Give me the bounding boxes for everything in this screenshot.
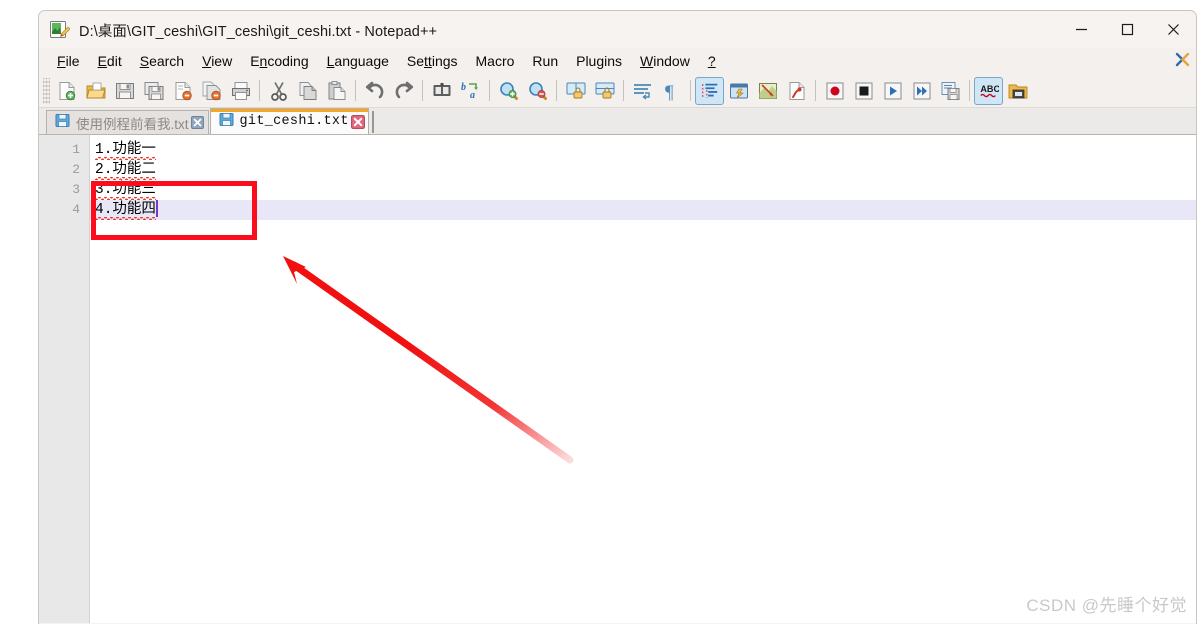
line-number: 4 bbox=[72, 202, 80, 217]
toolbar-separator bbox=[556, 80, 557, 101]
print-icon[interactable] bbox=[226, 77, 255, 105]
svg-text:b: b bbox=[461, 82, 466, 93]
tab-git-ceshi[interactable]: git_ceshi.txt bbox=[209, 108, 369, 134]
menu-item-file[interactable]: File bbox=[48, 51, 89, 71]
tab-close-icon[interactable] bbox=[350, 114, 365, 129]
tab-label: git_ceshi.txt bbox=[239, 114, 349, 129]
notepadpp-window: D:\桌面\GIT_ceshi\GIT_ceshi\git_ceshi.txt … bbox=[38, 10, 1197, 624]
saved-file-icon bbox=[55, 113, 70, 133]
close-icon[interactable] bbox=[1150, 11, 1196, 48]
menu-item-language[interactable]: Language bbox=[318, 51, 398, 71]
tab-bar: 使用例程前看我.txt git_ceshi.txt bbox=[39, 108, 1196, 135]
code-line-current[interactable]: 4.功能四 bbox=[90, 199, 1196, 220]
sync-vertical-scroll-icon[interactable] bbox=[561, 77, 590, 105]
maximize-icon[interactable] bbox=[1104, 11, 1150, 48]
code-line[interactable]: 3.功能三 bbox=[90, 180, 1196, 200]
menu-item-edit[interactable]: Edit bbox=[89, 51, 131, 71]
paste-icon[interactable] bbox=[322, 77, 351, 105]
toolbar-separator bbox=[489, 80, 490, 101]
show-document-map-icon[interactable] bbox=[753, 77, 782, 105]
svg-text:ABC: ABC bbox=[980, 83, 999, 93]
toolbar-separator bbox=[355, 80, 356, 101]
tab-caret bbox=[371, 111, 374, 133]
menu-item-settings[interactable]: Settings bbox=[398, 51, 467, 71]
save-icon[interactable] bbox=[110, 77, 139, 105]
toolbar-grip[interactable] bbox=[43, 77, 50, 104]
folder-as-workspace-icon[interactable] bbox=[1003, 77, 1032, 105]
menu-item-macro[interactable]: Macro bbox=[467, 51, 524, 71]
spell-check-icon[interactable]: ABC bbox=[974, 76, 1003, 105]
function-list-icon[interactable] bbox=[782, 77, 811, 105]
code-line[interactable]: 1.功能一 bbox=[90, 140, 1196, 160]
line-number: 1 bbox=[72, 142, 80, 157]
indent-guide-icon[interactable] bbox=[695, 76, 724, 105]
run-macro-multiple-icon[interactable] bbox=[907, 77, 936, 105]
svg-text:a: a bbox=[470, 90, 475, 101]
menu-bar: File Edit Search View Encoding Language … bbox=[39, 48, 1196, 74]
menu-item-search[interactable]: Search bbox=[131, 51, 193, 71]
code-line-text: 3.功能三 bbox=[95, 182, 156, 200]
toolbar-separator bbox=[815, 80, 816, 101]
tab-shiyongliching[interactable]: 使用例程前看我.txt bbox=[46, 110, 209, 134]
replace-icon[interactable]: b a bbox=[456, 77, 485, 105]
line-number: 3 bbox=[72, 182, 80, 197]
close-all-files-icon[interactable] bbox=[197, 77, 226, 105]
menu-item-help[interactable]: ? bbox=[699, 51, 725, 71]
tab-close-icon[interactable] bbox=[191, 116, 205, 130]
toolbar: b a ¶ ABC bbox=[39, 74, 1196, 108]
menu-item-window[interactable]: Window bbox=[631, 51, 699, 71]
tab-label: 使用例程前看我.txt bbox=[76, 116, 189, 132]
toolbar-separator bbox=[259, 80, 260, 101]
play-macro-icon[interactable] bbox=[878, 77, 907, 105]
text-caret bbox=[155, 199, 158, 217]
show-all-characters-icon[interactable]: ¶ bbox=[657, 77, 686, 105]
save-all-icon[interactable] bbox=[139, 77, 168, 105]
window-controls bbox=[1058, 11, 1196, 48]
code-content[interactable]: 1.功能一 2.功能二 3.功能三 4.功能四 bbox=[90, 135, 1196, 623]
open-file-icon[interactable] bbox=[81, 77, 110, 105]
code-line-text: 1.功能一 bbox=[95, 142, 156, 160]
title-bar: D:\桌面\GIT_ceshi\GIT_ceshi\git_ceshi.txt … bbox=[39, 11, 1196, 48]
copy-icon[interactable] bbox=[293, 77, 322, 105]
screenshot-root: D:\桌面\GIT_ceshi\GIT_ceshi\git_ceshi.txt … bbox=[0, 0, 1197, 624]
code-line-text: 2.功能二 bbox=[95, 162, 156, 180]
line-number: 2 bbox=[72, 162, 80, 177]
find-icon[interactable] bbox=[427, 77, 456, 105]
offscreen-top-sliver bbox=[0, 0, 1197, 10]
menu-item-plugins[interactable]: Plugins bbox=[567, 51, 631, 71]
window-title: D:\桌面\GIT_ceshi\GIT_ceshi\git_ceshi.txt … bbox=[79, 24, 438, 40]
zoom-out-icon[interactable] bbox=[523, 77, 552, 105]
start-record-macro-icon[interactable] bbox=[820, 77, 849, 105]
menu-item-run[interactable]: Run bbox=[523, 51, 567, 71]
toolbar-separator bbox=[969, 80, 970, 101]
stop-record-macro-icon[interactable] bbox=[849, 77, 878, 105]
svg-text:¶: ¶ bbox=[665, 82, 674, 102]
csdn-watermark: CSDN @先睡个好觉 bbox=[1026, 596, 1187, 615]
menu-item-view[interactable]: View bbox=[193, 51, 241, 71]
word-wrap-icon[interactable] bbox=[628, 77, 657, 105]
cut-icon[interactable] bbox=[264, 77, 293, 105]
zoom-in-icon[interactable] bbox=[494, 77, 523, 105]
sync-horizontal-scroll-icon[interactable] bbox=[590, 77, 619, 105]
close-file-icon[interactable] bbox=[168, 77, 197, 105]
close-document-x-icon[interactable] bbox=[1175, 52, 1190, 67]
saved-file-icon bbox=[219, 112, 234, 132]
notepad-plus-plus-icon bbox=[49, 19, 71, 40]
redo-icon[interactable] bbox=[389, 77, 418, 105]
new-file-icon[interactable] bbox=[52, 77, 81, 105]
menu-item-encoding[interactable]: Encoding bbox=[241, 51, 317, 71]
toolbar-separator bbox=[623, 80, 624, 101]
minimize-icon[interactable] bbox=[1058, 11, 1104, 48]
active-tab-indicator bbox=[210, 109, 368, 112]
save-current-macro-icon[interactable] bbox=[936, 77, 965, 105]
code-line[interactable]: 2.功能二 bbox=[90, 160, 1196, 180]
line-number-gutter: 1 2 3 4 bbox=[39, 135, 90, 623]
toolbar-separator bbox=[690, 80, 691, 101]
undo-icon[interactable] bbox=[360, 77, 389, 105]
editor-area[interactable]: 1 2 3 4 1.功能一 2.功能二 3.功能三 4.功能四 bbox=[39, 135, 1196, 623]
user-defined-dialog-icon[interactable] bbox=[724, 77, 753, 105]
code-line-text: 4.功能四 bbox=[95, 202, 156, 220]
toolbar-separator bbox=[422, 80, 423, 101]
